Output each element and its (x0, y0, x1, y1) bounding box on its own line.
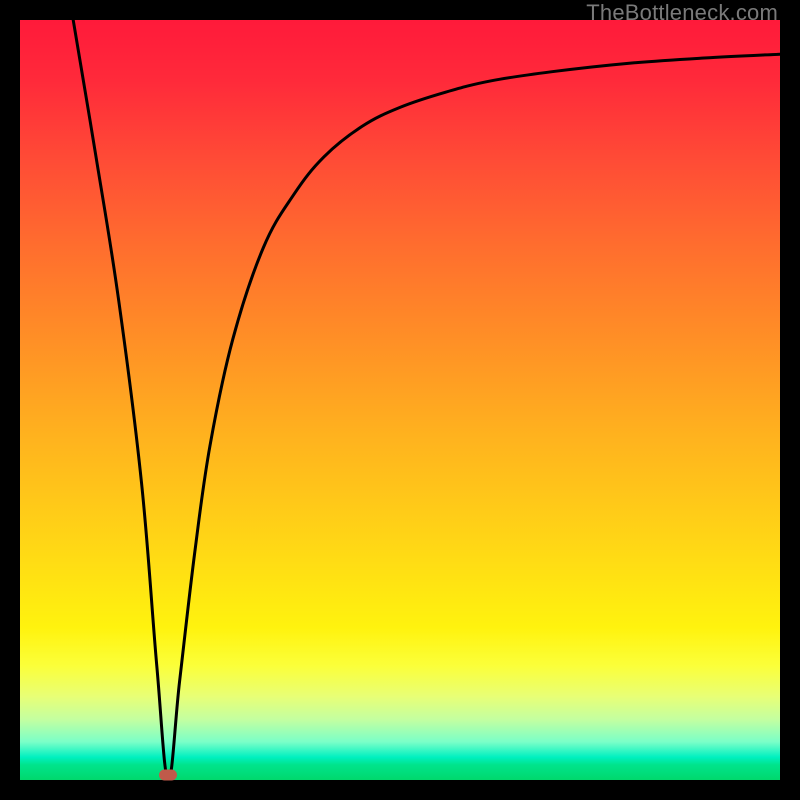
chart-line-layer (20, 20, 780, 780)
bottleneck-curve-path (73, 20, 780, 780)
chart-plot-area (20, 20, 780, 780)
chart-frame (20, 20, 780, 780)
optimal-point-marker (159, 769, 177, 780)
